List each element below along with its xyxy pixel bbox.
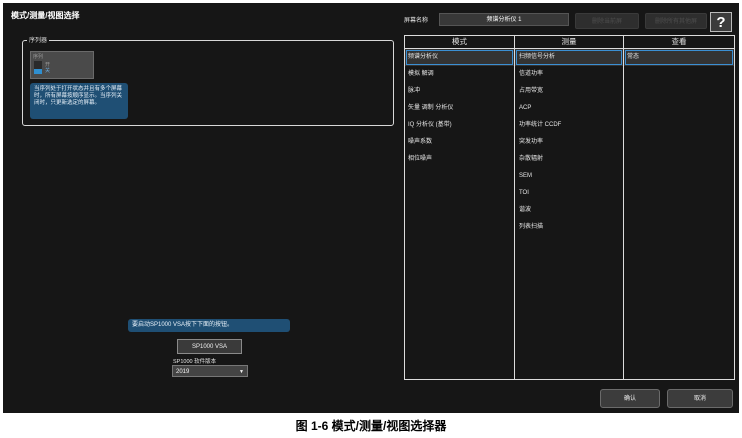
measurement-item[interactable]: 信道功率 xyxy=(515,66,623,83)
delete-current-screen-button[interactable]: 删除当前屏 xyxy=(575,13,639,29)
measurement-item[interactable]: 突发功率 xyxy=(515,134,623,151)
mode-item[interactable]: 相位噪声 xyxy=(405,151,514,168)
view-column: 查看 常态 xyxy=(624,36,734,379)
measurement-item[interactable]: 功率统计 CCDF xyxy=(515,117,623,134)
mode-column: 模式 频谱分析仪 模拟 解调 脉冲 矢量 调制 分析仪 IQ 分析仪 (基带) … xyxy=(405,36,515,379)
mode-item[interactable]: 频谱分析仪 xyxy=(405,49,514,66)
selection-table: 模式 频谱分析仪 模拟 解调 脉冲 矢量 调制 分析仪 IQ 分析仪 (基带) … xyxy=(404,35,735,380)
mode-item[interactable]: 矢量 调制 分析仪 xyxy=(405,100,514,117)
mode-item[interactable]: 模拟 解调 xyxy=(405,66,514,83)
ok-button[interactable]: 确认 xyxy=(600,389,660,408)
sequence-toggle-caption: 序列 xyxy=(33,54,44,60)
sequencer-label: 序列器 xyxy=(27,35,50,44)
sp1000-vsa-button[interactable]: SP1000 VSA xyxy=(177,339,242,354)
cancel-button[interactable]: 取消 xyxy=(667,389,733,408)
software-version-select[interactable]: 2019 ▼ xyxy=(172,365,248,377)
software-version-value: 2019 xyxy=(176,369,190,375)
help-icon[interactable]: ? xyxy=(710,12,732,32)
mode-item[interactable]: IQ 分析仪 (基带) xyxy=(405,117,514,134)
view-item[interactable]: 常态 xyxy=(624,49,734,66)
caret-down-icon: ▼ xyxy=(239,369,244,375)
mode-item[interactable]: 脉冲 xyxy=(405,83,514,100)
measurement-item[interactable]: 占用带宽 xyxy=(515,83,623,100)
measurement-item[interactable]: 列表扫描 xyxy=(515,219,623,236)
sequence-toggle[interactable]: 序列 开 关 xyxy=(30,51,94,79)
view-header: 查看 xyxy=(624,36,734,49)
launch-info-banner: 要启动SP1000 VSA按下下面的按钮。 xyxy=(128,319,290,332)
measurement-item[interactable]: ACP xyxy=(515,100,623,117)
sequencer-panel: 序列器 序列 开 关 当序列处于打开状态并且有多个屏幕时，所有屏幕按顺序显示。当… xyxy=(22,35,394,126)
measurement-column: 测量 扫频信号分析 信道功率 占用带宽 ACP 功率统计 CCDF 突发功率 杂… xyxy=(515,36,624,379)
mode-header: 模式 xyxy=(405,36,514,49)
measurement-item[interactable]: SEM xyxy=(515,168,623,185)
measurement-item[interactable]: 杂散辐射 xyxy=(515,151,623,168)
measurement-item[interactable]: 扫频信号分析 xyxy=(515,49,623,66)
window-title: 模式/测量/视图选择 xyxy=(11,11,80,20)
measurement-header: 测量 xyxy=(515,36,623,49)
mode-item[interactable]: 噪声系数 xyxy=(405,134,514,151)
delete-all-other-screens-button[interactable]: 删除所有其他屏 xyxy=(645,13,707,29)
measurement-item[interactable]: TOI xyxy=(515,185,623,202)
sequence-tooltip: 当序列处于打开状态并且有多个屏幕时，所有屏幕按顺序显示。当序列关闭时，只更新选定… xyxy=(30,83,128,119)
screen-name-input[interactable]: 频谱分析仪 1 xyxy=(439,13,569,26)
mode-measure-view-dialog: 模式/测量/视图选择 序列器 序列 开 关 当序列处于打开状态并且有多个屏幕时，… xyxy=(3,3,739,413)
figure-caption: 图 1-6 模式/测量/视图选择器 xyxy=(295,419,447,433)
screen-name-label: 屏幕名称 xyxy=(404,18,429,24)
toggle-switch-icon xyxy=(34,61,42,74)
measurement-item[interactable]: 谐波 xyxy=(515,202,623,219)
software-version-label: SP1000 软件版本 xyxy=(173,359,217,365)
sequence-option-off[interactable]: 关 xyxy=(45,67,50,74)
